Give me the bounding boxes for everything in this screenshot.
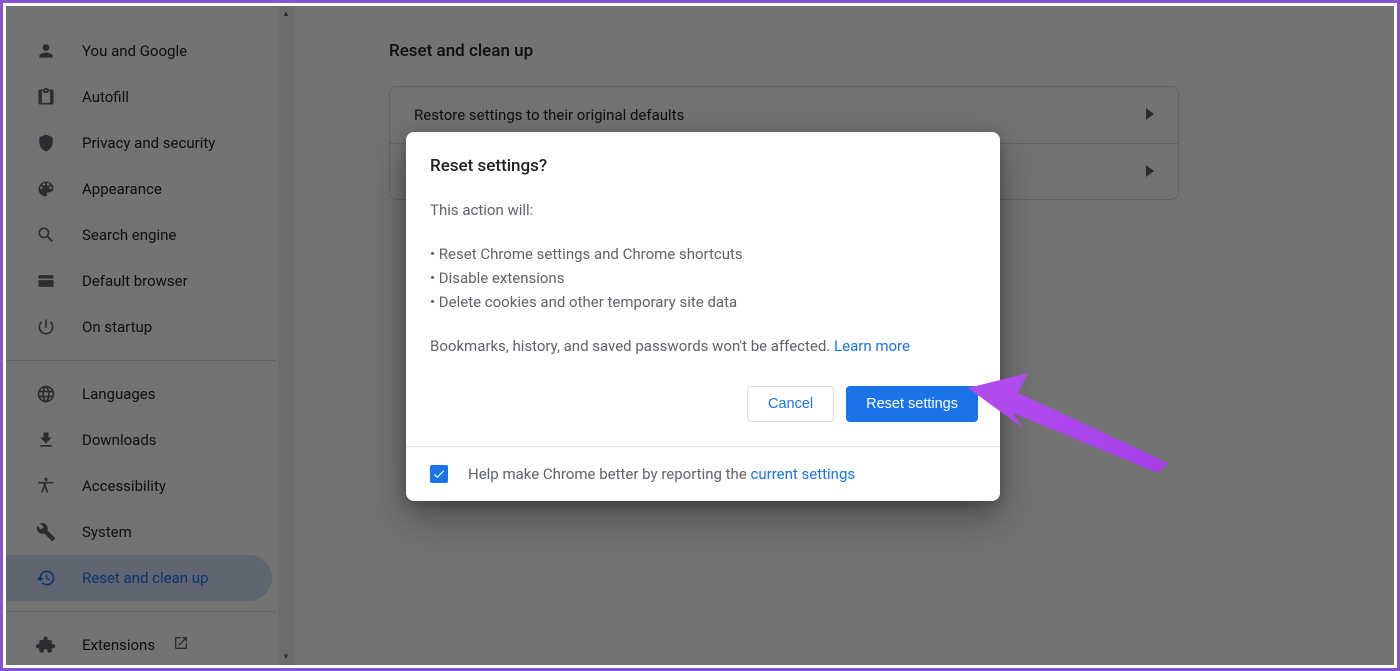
report-settings-label: Help make Chrome better by reporting the… <box>468 465 855 483</box>
dialog-outro: Bookmarks, history, and saved passwords … <box>430 334 978 358</box>
reset-settings-dialog: Reset settings? This action will: Reset … <box>406 132 1000 501</box>
learn-more-link[interactable]: Learn more <box>834 337 910 355</box>
report-settings-checkbox[interactable] <box>430 465 448 483</box>
current-settings-link[interactable]: current settings <box>751 465 856 483</box>
reset-settings-button[interactable]: Reset settings <box>846 386 978 422</box>
dialog-bullet: Delete cookies and other temporary site … <box>430 290 978 314</box>
dialog-bullet-list: Reset Chrome settings and Chrome shortcu… <box>430 242 978 314</box>
dialog-intro: This action will: <box>430 198 978 222</box>
dialog-bullet: Disable extensions <box>430 266 978 290</box>
dialog-bullet: Reset Chrome settings and Chrome shortcu… <box>430 242 978 266</box>
dialog-title: Reset settings? <box>430 156 978 176</box>
cancel-button[interactable]: Cancel <box>747 386 834 422</box>
